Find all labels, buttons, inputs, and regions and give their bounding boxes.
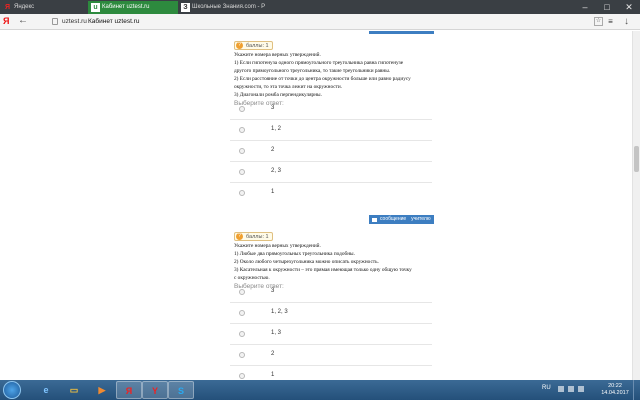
answer-option[interactable]: 2, 3: [230, 162, 432, 183]
answer-label: 2, 3: [271, 168, 282, 174]
points-label: баллы: 1: [246, 233, 269, 240]
answer-option[interactable]: 1, 2, 3: [230, 303, 432, 324]
clock-time: 20:22: [608, 383, 622, 389]
coin-icon: ?: [236, 233, 243, 240]
uztest-icon: u: [91, 3, 100, 12]
tab-label: Кабинет uztest.ru: [102, 4, 150, 10]
download-icon[interactable]: ↓: [622, 17, 631, 27]
volume-icon[interactable]: [578, 386, 584, 392]
question-line: окружности, то эта точка лежит на окружн…: [234, 84, 343, 90]
answer-label: 1, 2, 3: [271, 309, 288, 315]
answer-label: 1, 3: [271, 330, 282, 336]
page-scrollbar[interactable]: [632, 31, 640, 380]
radio-button[interactable]: [239, 373, 245, 379]
yandex-browser-icon[interactable]: Y: [142, 381, 168, 399]
question-text: Укажите номера верных утверждений. 1) Ес…: [234, 51, 431, 99]
tab-uztest[interactable]: u Кабинет uztest.ru: [88, 1, 178, 14]
lock-icon[interactable]: [52, 18, 58, 25]
answer-label: 2: [271, 351, 275, 357]
answer-label: 3: [271, 288, 275, 294]
answer-label: 2: [271, 147, 275, 153]
question-line: 2) Около любого четырехугольника можно о…: [234, 259, 379, 265]
minimize-button[interactable]: –: [574, 0, 596, 14]
answer-option[interactable]: 2: [230, 345, 432, 366]
tab-yandex[interactable]: Я Яндекс: [0, 1, 88, 14]
tab-label: Школьные Знания.com - Р: [192, 4, 266, 10]
message-label: сообщение: [380, 216, 407, 222]
radio-button[interactable]: [239, 148, 245, 154]
skype-icon[interactable]: S: [168, 381, 194, 399]
network-icon[interactable]: [568, 386, 574, 392]
internet-explorer-icon[interactable]: e: [33, 381, 59, 399]
answer-label: 1: [271, 189, 275, 195]
answer-label: 1: [271, 372, 275, 378]
yandex-icon: Я: [4, 4, 11, 11]
answer-option[interactable]: 2: [230, 141, 432, 162]
radio-button[interactable]: [239, 169, 245, 175]
answer-list: 3 1, 2, 3 1, 3 2 1: [230, 282, 432, 380]
question-line: Укажите номера верных утверждений.: [234, 52, 321, 58]
radio-button[interactable]: [239, 352, 245, 358]
answer-option[interactable]: 1, 3: [230, 324, 432, 345]
points-label: баллы: 1: [246, 42, 269, 49]
answer-label: 3: [271, 105, 275, 111]
windows-taskbar: e ▭ ▶ Я Y S RU 20:22 14.04.2017: [0, 380, 640, 400]
url-domain[interactable]: uztest.ru: [62, 18, 87, 25]
folder-icon[interactable]: ▭: [61, 381, 87, 399]
answer-option[interactable]: 3: [230, 99, 432, 120]
answer-list: 3 1, 2 2 2, 3 1: [230, 99, 432, 204]
page-content: ? баллы: 1 Укажите номера верных утвержд…: [0, 31, 632, 380]
tray-arrow-icon[interactable]: [558, 386, 564, 392]
tab-znania[interactable]: З Школьные Знания.com - Р: [178, 1, 270, 14]
close-button[interactable]: ✕: [618, 0, 640, 14]
show-desktop-button[interactable]: [633, 380, 640, 400]
back-arrow-icon[interactable]: ←: [18, 15, 28, 26]
question-1: ? баллы: 1 Укажите номера верных утвержд…: [234, 33, 431, 107]
message-icon: [372, 217, 377, 222]
question-line: 1) Любые два прямоугольных треугольника …: [234, 251, 355, 257]
znania-icon: З: [181, 3, 190, 12]
answer-option[interactable]: 1, 2: [230, 120, 432, 141]
radio-button[interactable]: [239, 106, 245, 112]
answer-option[interactable]: 3: [230, 282, 432, 303]
question-line: с окружностью.: [234, 275, 270, 281]
browser-tab-bar: Я Яндекс u Кабинет uztest.ru З Школьные …: [0, 0, 640, 14]
radio-button[interactable]: [239, 310, 245, 316]
answer-option[interactable]: 1: [230, 183, 432, 204]
start-button[interactable]: [3, 381, 21, 399]
question-2: ? баллы: 1 Укажите номера верных утвержд…: [234, 224, 431, 290]
window-controls: – □ ✕: [574, 0, 640, 14]
answer-option[interactable]: 1: [230, 366, 432, 380]
coin-icon: ?: [236, 42, 243, 49]
clock[interactable]: 20:22 14.04.2017: [600, 383, 630, 397]
question-line: 3) Касательная к окружности – это прямая…: [234, 267, 412, 273]
bookmark-star-icon[interactable]: ☆: [594, 17, 603, 26]
scrollbar-thumb[interactable]: [634, 146, 639, 172]
tab-label: Яндекс: [14, 4, 35, 10]
radio-button[interactable]: [239, 331, 245, 337]
address-bar: Я ← uztest.ru Кабинет uztest.ru ☆ ≡ ↓: [0, 14, 640, 30]
radio-button[interactable]: [239, 289, 245, 295]
question-line: 1) Если гипотенуза одного прямоугольного…: [234, 60, 404, 66]
maximize-button[interactable]: □: [596, 0, 618, 14]
media-player-icon[interactable]: ▶: [89, 381, 115, 399]
question-line: 2) Если расстояние от точки до центра ок…: [234, 76, 411, 82]
question-text: Укажите номера верных утверждений. 1) Лю…: [234, 242, 431, 282]
points-badge: ? баллы: 1: [234, 232, 273, 241]
answer-label: 1, 2: [271, 126, 282, 132]
points-badge: ? баллы: 1: [234, 41, 273, 50]
yandex-home-button[interactable]: Я: [3, 16, 9, 26]
teacher-label: учителю: [411, 216, 431, 222]
question-line: другого прямоугольного треугольника, то …: [234, 68, 391, 74]
question-line: Укажите номера верных утверждений.: [234, 243, 321, 249]
message-teacher-button[interactable]: сообщение учителю: [369, 215, 434, 224]
menu-icon[interactable]: ≡: [606, 17, 615, 26]
radio-button[interactable]: [239, 190, 245, 196]
clock-date: 14.04.2017: [601, 390, 629, 396]
radio-button[interactable]: [239, 127, 245, 133]
yandex-taskbar-icon[interactable]: Я: [116, 381, 142, 399]
language-indicator[interactable]: RU: [542, 385, 551, 391]
url-page-title[interactable]: Кабинет uztest.ru: [88, 18, 139, 25]
question-line: 3) Диагонали ромба перпендикулярны.: [234, 92, 322, 98]
